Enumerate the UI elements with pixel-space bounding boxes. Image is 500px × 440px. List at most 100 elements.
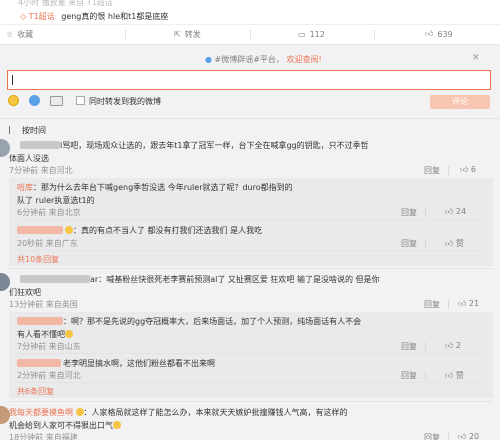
username-masked[interactable]	[17, 317, 63, 325]
emoji-icon	[65, 330, 73, 338]
comment-like-button[interactable]: 👍︎ 21	[458, 299, 479, 309]
at-user-icon[interactable]	[29, 95, 40, 106]
comment-text: 我每天都要摸鱼啊 ：人家格局就这样了能怎么办，本来就天天嫉妒批撞赚钱人气高，有这…	[9, 407, 348, 418]
post-text: geng真的恨 hle和t1都是底座	[61, 12, 169, 21]
reply-like-button[interactable]: 👍︎ 2	[445, 341, 461, 351]
divider	[9, 401, 493, 402]
emoji-icon[interactable]	[8, 95, 19, 106]
divider	[425, 239, 426, 248]
comment-timestamp: 18分钟前 来自福建	[9, 433, 78, 440]
reply-text: ：啊？那不是先说的gg夺冠概率大，后来场面话，加了个人预测，纯场面话有人不会	[63, 317, 362, 326]
thumb-up-icon: 👍︎	[445, 371, 454, 380]
reply-button[interactable]: 回复	[401, 341, 417, 352]
like-count: 赞	[455, 371, 464, 380]
reply-button[interactable]: 回复	[401, 370, 417, 381]
divider	[17, 353, 485, 354]
reply-text: 哈库：那为什么去年台下喊geng季哲没选 今年ruler就选了呢？duro都指到…	[17, 182, 293, 193]
divider	[17, 219, 485, 220]
thumb-up-icon: 👍︎	[445, 207, 454, 216]
comment-tools	[8, 95, 63, 106]
comment-button[interactable]: ▭ 112	[298, 27, 325, 41]
username-masked[interactable]	[17, 359, 61, 367]
comment-input[interactable]	[7, 70, 491, 90]
reply-body: ：那为什么去年台下喊geng季哲没选 今年ruler就选了呢？duro都指到的	[33, 183, 293, 192]
favorite-label: 收藏	[17, 29, 34, 39]
submit-comment-button[interactable]: 评论	[430, 95, 490, 109]
thumb-up-icon: 👍︎	[445, 239, 454, 248]
post-meta: 4小时 播放量 来自 T1超话	[18, 0, 113, 7]
reply-text: 有人看不懂吧	[17, 329, 73, 340]
username-masked[interactable]	[17, 226, 63, 234]
repost-checkbox[interactable]	[76, 96, 85, 105]
reply-timestamp: 2分钟前 来自河北	[17, 371, 81, 380]
reply-button[interactable]: 回复	[424, 432, 440, 440]
divider	[17, 382, 485, 383]
topic-tag-link[interactable]: T1超话	[29, 12, 55, 21]
repost-button[interactable]: ⇱ 转发	[174, 27, 201, 41]
reply-button[interactable]: 回复	[424, 165, 440, 176]
post-topic-row: ◇ T1超话 geng真的恨 hle和t1都是底座	[20, 11, 168, 22]
divider	[425, 208, 426, 217]
notice-text: #微博辟谣#平台，	[214, 55, 284, 64]
comment-like-button[interactable]: 👍︎ 6	[460, 165, 476, 175]
comment-timestamp: 7分钟前 来自河北	[9, 166, 73, 175]
divider	[0, 118, 500, 119]
comment-icon: ▭	[298, 29, 306, 39]
reply-button[interactable]: 回复	[401, 238, 417, 249]
like-count: 24	[455, 207, 467, 216]
comment-username[interactable]: 我每天都要摸鱼啊	[9, 408, 73, 417]
sort-by-time-tab[interactable]: 按时间	[22, 125, 46, 136]
thumb-up-icon: 👍︎	[458, 432, 467, 440]
like-count: 20	[468, 432, 480, 440]
image-icon[interactable]	[50, 95, 63, 106]
comment-text: 体面人没选	[9, 154, 49, 163]
reply-button[interactable]: 回复	[424, 299, 440, 310]
more-replies-link[interactable]: 共10条回复	[17, 254, 59, 265]
divider	[17, 250, 485, 251]
more-replies-link[interactable]: 共6条回复	[17, 386, 54, 397]
username-masked[interactable]	[20, 141, 60, 149]
like-button[interactable]: 👍︎ 639	[425, 27, 453, 41]
reply-like-button[interactable]: 👍︎ 赞	[445, 238, 464, 249]
comment-like-button[interactable]: 👍︎ 20	[458, 432, 479, 440]
thumb-up-icon: 👍︎	[425, 29, 434, 38]
notice-link[interactable]: 欢迎查阅!	[286, 55, 321, 64]
comment-text: l骂吧，现场观众让选的，跟去年t1拿了冠军一样，台下全在喊拿gg的钥匙，只不过季…	[60, 141, 369, 150]
divider	[250, 29, 251, 40]
close-icon[interactable]: ✕	[472, 53, 480, 63]
reply-like-button[interactable]: 👍︎ 赞	[445, 370, 464, 381]
comment-count: 112	[309, 29, 325, 39]
fire-icon: ◇	[20, 12, 27, 21]
comment-text: 机会给到人家可不得狠出口气	[9, 420, 121, 431]
favorite-button[interactable]: ☆ 收藏	[6, 27, 33, 41]
comment-text: 们狂欢吧	[9, 288, 41, 297]
comment-timestamp: 13分钟前 来自英国	[9, 300, 78, 309]
reply-timestamp: 7分钟前 来自山东	[17, 342, 81, 351]
reply-button[interactable]: 回复	[401, 207, 417, 218]
reply-timestamp: 20秒前 来自广东	[17, 239, 78, 248]
repost-icon: ⇱	[174, 29, 181, 39]
notice-bar: ● #微博辟谣#平台， 欢迎查阅!	[205, 54, 322, 65]
comment-body: 机会给到人家可不得狠出口气	[9, 421, 113, 430]
reply-text: 队了 ruler执意选t1的	[17, 196, 95, 205]
comment-body: ：人家格局就这样了能怎么办，本来就天天嫉妒批撞赚钱人气高，有这样的	[83, 408, 348, 417]
like-count: 21	[468, 299, 480, 308]
divider	[425, 371, 426, 380]
thumb-up-icon: 👍︎	[445, 341, 454, 350]
divider	[448, 300, 449, 309]
repost-checkbox-label: 同时转发到我的微博	[89, 97, 161, 106]
reply-like-button[interactable]: 👍︎ 24	[445, 207, 466, 217]
reply-body: 有人看不懂吧	[17, 330, 65, 339]
sort-marker: |	[8, 125, 11, 134]
star-icon: ☆	[6, 29, 14, 39]
username-masked[interactable]	[20, 275, 90, 283]
info-icon: ●	[205, 55, 212, 64]
like-count: 639	[437, 29, 453, 39]
repost-label: 转发	[184, 29, 201, 39]
divider	[448, 166, 449, 175]
divider	[125, 29, 126, 40]
reply-username[interactable]: 哈库	[17, 183, 33, 192]
divider	[9, 268, 493, 269]
like-count: 2	[455, 341, 462, 350]
emoji-icon	[65, 226, 73, 234]
